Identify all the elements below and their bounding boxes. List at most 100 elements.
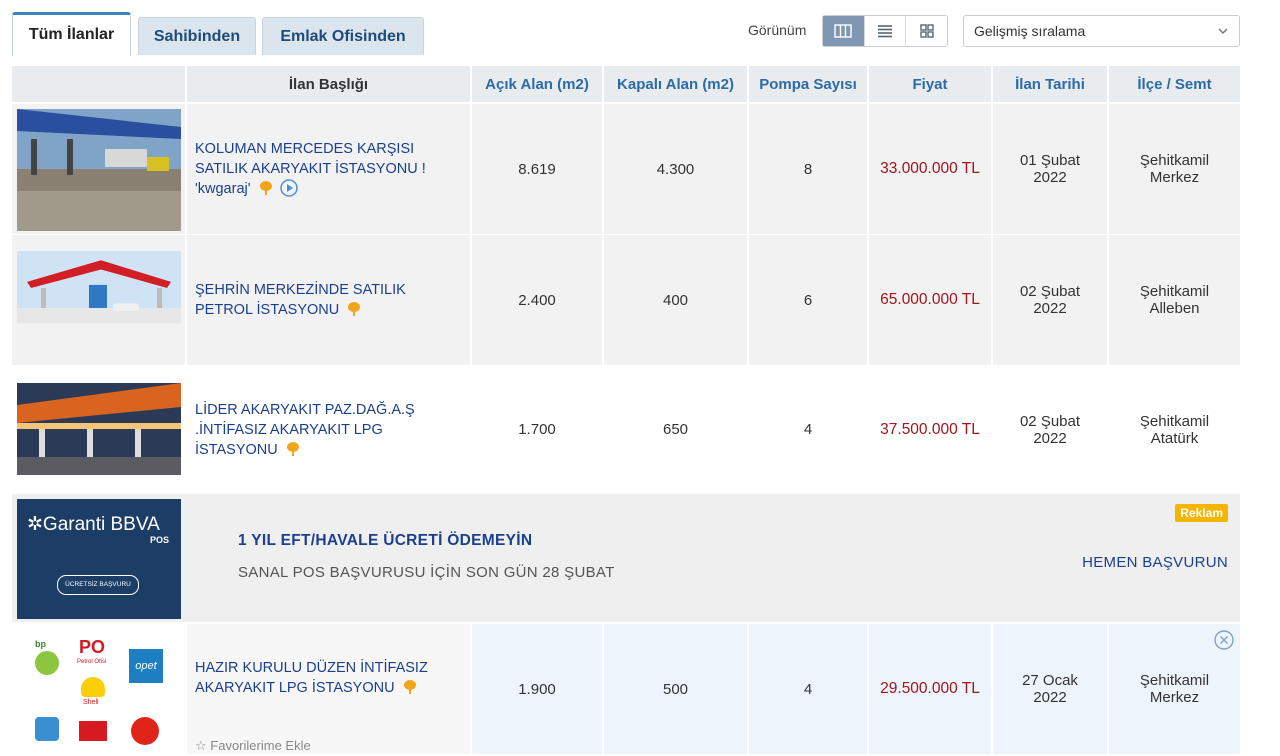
date-cell: 02 Şubat 2022	[993, 366, 1109, 493]
table-row[interactable]: bp PO Petrol Ofisi opet Shell HAZIR KURU…	[12, 624, 1240, 754]
header-open-area[interactable]: Açık Alan (m2)	[472, 66, 604, 102]
sort-selected-value: Gelişmiş sıralama	[974, 23, 1086, 39]
ad-title[interactable]: 1 YIL EFT/HAVALE ÜCRETİ ÖDEMEYİN	[238, 532, 532, 550]
closed-area-cell: 500	[604, 624, 749, 754]
ad-apply-now-link[interactable]: HEMEN BAŞVURUN	[1082, 554, 1228, 571]
petrol-ofisi-caption: Petrol Ofisi	[77, 659, 107, 665]
tab-all-listings[interactable]: Tüm İlanlar	[12, 12, 131, 56]
listing-title-link[interactable]: .İNTİFASIZ AKARYAKIT LPG	[195, 422, 383, 438]
header-image-column	[12, 66, 187, 102]
price-cell: 29.500.000 TL	[869, 624, 993, 754]
chevron-down-icon	[1218, 28, 1228, 35]
listing-thumbnail-cell[interactable]: bp PO Petrol Ofisi opet Shell	[12, 624, 187, 754]
ad-brand-sub: POS	[149, 535, 169, 545]
sort-select[interactable]: Gelişmiş sıralama	[963, 15, 1240, 47]
tab-by-owner[interactable]: Sahibinden	[138, 17, 256, 55]
date-day: 02 Şubat	[1019, 283, 1081, 300]
ad-free-apply-badge: ÜCRETSİZ BAŞVURU	[57, 575, 139, 595]
neighborhood: Atatürk	[1150, 429, 1199, 447]
grid-view-button[interactable]	[906, 16, 947, 46]
header-price[interactable]: Fiyat	[869, 66, 993, 102]
district-cell: Şehitkamil Merkez	[1109, 624, 1240, 754]
header-pump-count[interactable]: Pompa Sayısı	[749, 66, 869, 102]
listing-title-link[interactable]: HAZIR KURULU DÜZEN İNTİFASIZ	[195, 660, 428, 676]
open-area-cell: 8.619	[472, 104, 604, 234]
price-cell: 65.000.000 TL	[869, 235, 993, 365]
listing-title-link[interactable]: SATILIK AKARYAKIT İSTASYONU !	[195, 161, 426, 177]
listing-title-link[interactable]: AKARYAKIT LPG İSTASYONU	[195, 680, 395, 696]
header-district[interactable]: İlçe / Semt	[1109, 66, 1240, 102]
opet-logo: opet	[129, 649, 163, 683]
table-row[interactable]: ŞEHRİN MERKEZİNDE SATILIK PETROL İSTASYO…	[12, 235, 1240, 365]
view-toggle-group	[822, 15, 948, 47]
tab-by-agency[interactable]: Emlak Ofisinden	[262, 17, 424, 55]
grid-view-icon	[919, 24, 934, 38]
fuel-brand-logos[interactable]: bp PO Petrol Ofisi opet Shell	[17, 629, 181, 751]
pump-count-cell: 8	[749, 104, 869, 234]
listing-title-link[interactable]: 'kwgaraj'	[195, 181, 251, 197]
table-view-icon	[834, 24, 853, 38]
total-logo-icon	[131, 717, 159, 745]
open-area-cell: 1.900	[472, 624, 604, 754]
table-row[interactable]: LİDER AKARYAKIT PAZ.DAĞ.A.Ş .İNTİFASIZ A…	[12, 366, 1240, 493]
bp-logo: bp	[35, 639, 46, 649]
listing-title-cell: KOLUMAN MERCEDES KARŞISI SATILIK AKARYAK…	[187, 104, 472, 234]
pin-icon	[286, 441, 299, 456]
video-play-icon[interactable]	[279, 179, 298, 197]
close-icon[interactable]	[1214, 630, 1234, 650]
bp-logo-icon	[35, 651, 59, 675]
open-area-cell: 2.400	[472, 235, 604, 365]
district: Şehitkamil	[1139, 412, 1210, 430]
listing-title-link[interactable]: KOLUMAN MERCEDES KARŞISI	[195, 141, 414, 157]
shell-logo-icon	[81, 677, 105, 697]
gas-station-photo[interactable]	[17, 109, 181, 231]
listing-thumbnail-cell[interactable]	[12, 366, 187, 493]
closed-area-cell: 4.300	[604, 104, 749, 234]
listing-thumbnail-cell[interactable]	[12, 104, 187, 234]
district-cell: Şehitkamil Atatürk	[1109, 366, 1240, 493]
neighborhood: Merkez	[1149, 169, 1200, 186]
pin-icon	[259, 181, 272, 195]
price-cell: 37.500.000 TL	[869, 366, 993, 493]
list-view-button[interactable]	[865, 16, 907, 46]
advertisement-row[interactable]: ✲Garanti BBVA POS ÜCRETSİZ BAŞVURU Rekla…	[12, 494, 1240, 622]
date-year: 2022	[1033, 429, 1067, 447]
header-closed-area[interactable]: Kapalı Alan (m2)	[604, 66, 749, 102]
gas-station-photo[interactable]	[17, 383, 181, 475]
date-day: 27 Ocak	[1022, 672, 1078, 689]
date-year: 2022	[1033, 689, 1067, 706]
reklam-badge: Reklam	[1175, 504, 1228, 522]
pin-icon	[403, 680, 416, 694]
listing-title-cell: ŞEHRİN MERKEZİNDE SATILIK PETROL İSTASYO…	[187, 235, 472, 365]
district: Şehitkamil	[1139, 152, 1210, 169]
date-cell: 27 Ocak 2022	[993, 624, 1109, 754]
closed-area-cell: 400	[604, 235, 749, 365]
table-view-button[interactable]	[823, 16, 865, 46]
header-title[interactable]: İlan Başlığı	[187, 66, 472, 102]
date-year: 2022	[1033, 169, 1067, 186]
view-label: Görünüm	[748, 22, 807, 38]
listing-title-cell: LİDER AKARYAKIT PAZ.DAĞ.A.Ş .İNTİFASIZ A…	[187, 366, 472, 493]
listing-title-link[interactable]: ŞEHRİN MERKEZİNDE SATILIK	[195, 282, 406, 298]
gas-station-photo[interactable]	[17, 251, 181, 345]
garanti-bbva-ad-logo[interactable]: ✲Garanti BBVA POS ÜCRETSİZ BAŞVURU	[17, 499, 181, 619]
listing-title-cell: HAZIR KURULU DÜZEN İNTİFASIZ AKARYAKIT L…	[187, 624, 472, 754]
date-year: 2022	[1033, 300, 1067, 317]
list-view-icon	[878, 25, 892, 38]
date-day: 01 Şubat	[1019, 152, 1081, 169]
listing-title-link[interactable]: PETROL İSTASYONU	[195, 302, 339, 318]
listing-title-link[interactable]: İSTASYONU	[195, 442, 278, 458]
pump-count-cell: 6	[749, 235, 869, 365]
pump-count-cell: 4	[749, 624, 869, 754]
table-row[interactable]: KOLUMAN MERCEDES KARŞISI SATILIK AKARYAK…	[12, 104, 1240, 234]
neighborhood: Alleben	[1149, 300, 1200, 317]
pin-icon	[348, 302, 361, 316]
date-cell: 02 Şubat 2022	[993, 235, 1109, 365]
neighborhood: Merkez	[1149, 689, 1200, 706]
listing-thumbnail-cell[interactable]	[12, 235, 187, 365]
listing-title-link[interactable]: LİDER AKARYAKIT PAZ.DAĞ.A.Ş	[195, 402, 415, 418]
header-date[interactable]: İlan Tarihi	[993, 66, 1109, 102]
ad-brand: ✲Garanti BBVA	[27, 514, 160, 535]
add-to-favorites[interactable]: ☆ Favorilerime Ekle	[195, 736, 311, 756]
date-cell: 01 Şubat 2022	[993, 104, 1109, 234]
